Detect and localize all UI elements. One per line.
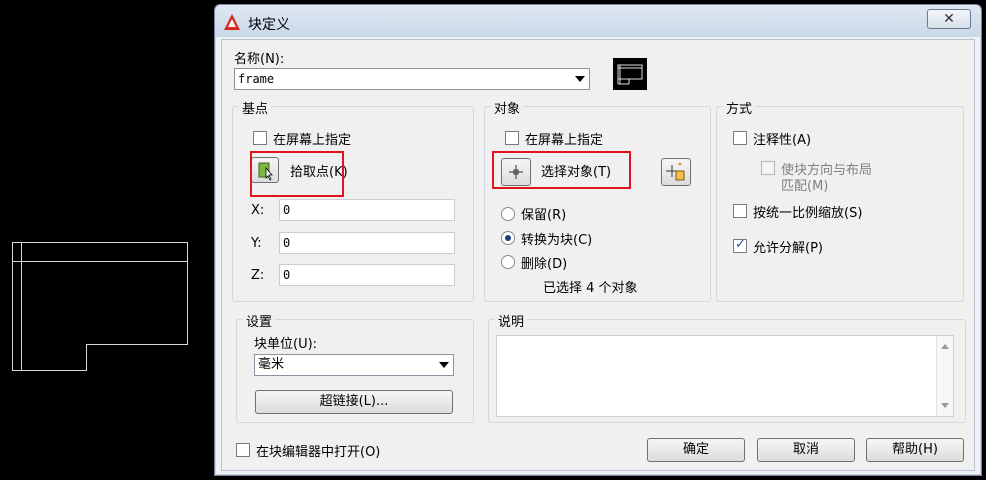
scroll-down-icon[interactable] <box>941 403 949 408</box>
select-objects-highlight-box <box>492 151 631 189</box>
pick-point-highlight-box <box>250 151 344 197</box>
open-in-block-editor-label: 在块编辑器中打开(O) <box>256 445 381 460</box>
cad-drawing-line <box>86 344 87 371</box>
hyperlink-button[interactable]: 超链接(L)... <box>255 390 453 414</box>
cad-drawing-line <box>12 370 87 371</box>
convert-to-block-radio[interactable] <box>501 231 515 245</box>
close-button[interactable]: ✕ <box>927 9 971 29</box>
y-coordinate-input[interactable]: 0 <box>279 232 455 254</box>
annotative-checkbox[interactable] <box>733 131 747 145</box>
delete-radio[interactable] <box>501 255 515 269</box>
cad-drawing-line <box>12 261 188 262</box>
allow-exploding-label: 允许分解(P) <box>753 241 823 256</box>
x-coordinate-input[interactable]: 0 <box>279 199 455 221</box>
cad-drawing-line <box>187 242 188 344</box>
convert-to-block-label: 转换为块(C) <box>521 233 593 248</box>
block-preview-icon <box>613 58 647 90</box>
quick-select-icon <box>666 162 685 181</box>
quick-select-button[interactable] <box>661 158 691 186</box>
base-point-title: 基点 <box>239 98 272 117</box>
y-label: Y: <box>251 236 262 251</box>
settings-group: 设置 块单位(U): 毫米 超链接(L)... <box>236 311 474 423</box>
title-bar[interactable]: 块定义 ✕ <box>215 5 981 37</box>
block-definition-dialog: 块定义 ✕ 名称(N): frame 基点 在屏幕上指定 拾取点(K) X: 0… <box>214 4 982 476</box>
cancel-button[interactable]: 取消 <box>757 438 855 462</box>
annotative-label: 注释性(A) <box>753 133 812 148</box>
name-value: frame <box>238 72 275 86</box>
description-textarea[interactable] <box>496 335 954 417</box>
z-label: Z: <box>251 268 265 283</box>
match-orientation-label-line2: 匹配(M) <box>781 179 829 194</box>
dialog-body: 名称(N): frame 基点 在屏幕上指定 拾取点(K) X: 0 Y: 0 … <box>221 39 975 471</box>
description-group: 说明 <box>488 311 966 423</box>
objects-specify-on-screen-checkbox[interactable] <box>505 131 519 145</box>
selected-objects-count: 已选择 4 个对象 <box>543 281 638 296</box>
cad-drawing-line <box>86 344 188 345</box>
base-specify-on-screen-checkbox[interactable] <box>253 131 267 145</box>
base-point-group: 基点 在屏幕上指定 拾取点(K) X: 0 Y: 0 Z: 0 <box>232 98 474 302</box>
ok-button[interactable]: 确定 <box>647 438 745 462</box>
z-coordinate-input[interactable]: 0 <box>279 264 455 286</box>
settings-title: 设置 <box>243 311 276 330</box>
dialog-title: 块定义 <box>248 17 290 33</box>
name-combobox[interactable]: frame <box>234 68 590 90</box>
scroll-up-icon[interactable] <box>941 344 949 349</box>
block-unit-label: 块单位(U): <box>254 337 318 352</box>
cad-drawing-line <box>12 242 188 243</box>
help-button[interactable]: 帮助(H) <box>866 438 964 462</box>
base-specify-on-screen-label: 在屏幕上指定 <box>273 133 352 148</box>
chevron-down-icon[interactable] <box>575 76 585 82</box>
cad-drawing-line <box>12 242 13 371</box>
radio-selected-dot <box>505 235 511 241</box>
description-title: 说明 <box>495 311 528 330</box>
objects-specify-on-screen-label: 在屏幕上指定 <box>525 133 604 148</box>
behavior-group: 方式 注释性(A) 使块方向与布局 匹配(M) 按统一比例缩放(S) ✓ 允许分… <box>716 98 964 302</box>
scale-uniformly-checkbox[interactable] <box>733 204 747 218</box>
autocad-logo-icon <box>224 14 240 30</box>
allow-exploding-checkbox[interactable]: ✓ <box>733 237 747 253</box>
block-unit-value: 毫米 <box>258 357 285 372</box>
cad-canvas[interactable] <box>0 0 214 480</box>
open-in-block-editor-checkbox[interactable] <box>236 443 250 457</box>
delete-label: 删除(D) <box>521 257 568 272</box>
block-unit-select[interactable]: 毫米 <box>254 354 454 376</box>
retain-radio[interactable] <box>501 207 515 221</box>
cad-drawing-line <box>21 242 22 371</box>
scale-uniformly-label: 按统一比例缩放(S) <box>753 206 863 221</box>
objects-group: 对象 在屏幕上指定 选择对象(T) 保留(R) 转换为块(C) 删除(D) 已选… <box>484 98 711 302</box>
objects-title: 对象 <box>491 98 524 117</box>
behavior-title: 方式 <box>723 98 756 117</box>
chevron-down-icon[interactable] <box>439 362 449 368</box>
name-label: 名称(N): <box>234 52 285 67</box>
x-label: X: <box>251 203 265 218</box>
retain-label: 保留(R) <box>521 208 567 223</box>
match-orientation-checkbox[interactable] <box>761 161 775 175</box>
checkmark-icon: ✓ <box>735 237 746 252</box>
description-scrollbar[interactable] <box>936 336 953 416</box>
